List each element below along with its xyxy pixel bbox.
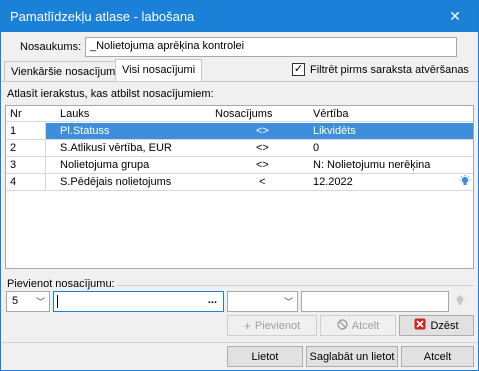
cancel-button-label: Atcelt (423, 350, 452, 363)
ellipsis-button[interactable]: ... (208, 294, 217, 306)
conditions-grid[interactable]: Nr Lauks Nosacījums Vērtība 1 Pl.Statuss… (5, 105, 474, 269)
table-row[interactable]: 1 Pl.Statuss <> Likvidēts (6, 123, 473, 140)
row-nosacijums: <> (256, 142, 269, 154)
delete-button-label: Dzēst (430, 319, 459, 332)
row-nr: 1 (10, 125, 17, 137)
delete-button[interactable]: Dzēst (399, 315, 474, 336)
filter-checkbox[interactable]: ✓ (292, 63, 305, 76)
footer-divider (2, 342, 478, 343)
row-vertiba: N: Nolietojumu nerēķina (313, 159, 431, 171)
apply-button[interactable]: Lietot (227, 346, 303, 367)
plus-icon: + (243, 318, 251, 333)
lightbulb-icon[interactable] (453, 294, 467, 311)
add-field-input[interactable]: ... (53, 291, 224, 312)
col-header-vertiba: Vērtība (313, 108, 349, 120)
add-condition-label: Pievienot nosacījumu: (7, 278, 115, 290)
table-row[interactable]: 4 S.Pēdējais nolietojums < 12.2022 (6, 174, 473, 191)
add-nr-value: 5 (12, 295, 19, 307)
row-nosacijums: < (259, 176, 266, 188)
table-row[interactable]: 2 S.Atlikusī vērtība, EUR <> 0 (6, 140, 473, 157)
grid-header: Nr Lauks Nosacījums Vērtība (6, 106, 473, 122)
save-and-apply-button[interactable]: Saglabāt un lietot (306, 346, 398, 367)
tab-vienkarsie[interactable]: Vienkāršie nosacījumi (4, 61, 125, 82)
row-lauks: Nolietojuma grupa (60, 159, 150, 171)
close-icon: ✕ (449, 8, 461, 24)
row-vertiba: 12.2022 (313, 176, 353, 188)
row-nosacijums: <> (256, 125, 269, 137)
close-button[interactable]: ✕ (432, 1, 478, 32)
row-nr: 3 (10, 159, 17, 171)
row-vertiba: 0 (313, 142, 320, 154)
checkmark-icon: ✓ (293, 63, 304, 75)
add-separator (117, 285, 474, 286)
tab-visi-label: Visi nosacījumi (122, 64, 196, 76)
row-vertiba: Likvidēts (313, 125, 356, 137)
row-nosacijums: <> (256, 159, 269, 171)
col-header-lauks: Lauks (60, 108, 90, 120)
add-button[interactable]: + Pievienot (227, 315, 317, 336)
tab-vienkarsie-label: Vienkāršie nosacījumi (11, 66, 118, 78)
tab-divider (2, 81, 478, 82)
cancel-row-label: Atcelt (351, 319, 380, 332)
nosaukums-input[interactable]: _Nolietojuma aprēķina kontrolei (85, 37, 457, 57)
tab-visi[interactable]: Visi nosacījumi (115, 59, 203, 82)
dialog-window: Pamatlīdzekļu atlase - labošana ✕ Nosauk… (0, 0, 479, 371)
cancel-row-button[interactable]: Atcelt (320, 315, 396, 336)
window-title: Pamatlīdzekļu atlase - labošana (10, 9, 195, 24)
chevron-down-icon: ﹀ (35, 297, 45, 307)
chevron-down-icon: ﹀ (283, 297, 293, 307)
add-nr-select[interactable]: 5 ﹀ (6, 291, 50, 312)
apply-button-label: Lietot (251, 350, 279, 363)
delete-icon (414, 318, 426, 333)
save-and-apply-label: Saglabāt un lietot (309, 350, 395, 363)
col-header-nosacijums: Nosacījums (215, 108, 273, 120)
title-bar: Pamatlīdzekļu atlase - labošana ✕ (1, 1, 478, 32)
cancel-button[interactable]: Atcelt (401, 346, 474, 367)
add-condition-select[interactable]: ﹀ (227, 291, 298, 312)
table-row[interactable]: 3 Nolietojuma grupa <> N: Nolietojumu ne… (6, 157, 473, 174)
row-lauks: S.Pēdējais nolietojums (60, 176, 172, 188)
row-nr: 2 (10, 142, 17, 154)
add-button-label: Pievienot (254, 319, 301, 332)
grid-caption: Atlasīt ierakstus, kas atbilst nosacījum… (7, 88, 214, 100)
add-value-input[interactable] (301, 291, 449, 312)
filter-label: Filtrēt pirms saraksta atvēršanas (310, 64, 469, 76)
row-lauks: Pl.Statuss (60, 125, 110, 137)
text-cursor (57, 295, 58, 308)
nosaukums-label: Nosaukums: (20, 41, 82, 53)
col-header-nr: Nr (10, 108, 22, 120)
no-entry-icon (337, 318, 348, 333)
lightbulb-icon[interactable] (459, 175, 471, 191)
row-nr: 4 (10, 176, 17, 188)
row-lauks: S.Atlikusī vērtība, EUR (60, 142, 172, 154)
